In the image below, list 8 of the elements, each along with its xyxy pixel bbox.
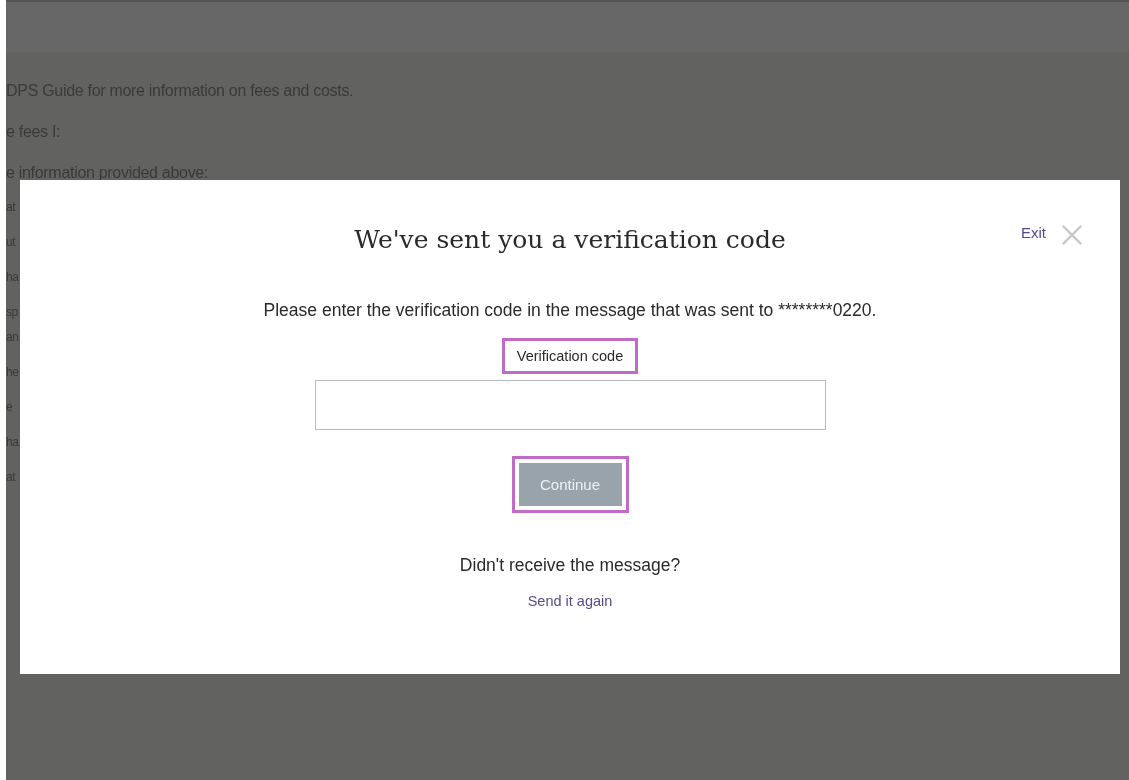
- resend-prompt: Didn't receive the message?: [459, 554, 681, 577]
- close-icon[interactable]: [1061, 224, 1083, 246]
- dialog-title: We've sent you a verification code: [354, 224, 786, 256]
- field-label: Verification code: [501, 338, 639, 374]
- exit-link[interactable]: Exit: [1021, 222, 1046, 244]
- instruction-text: Please enter the verification code in the message that was sent to ********0220.: [263, 299, 877, 322]
- verification-code-field[interactable]: [314, 380, 826, 430]
- send-again-link[interactable]: Send it again: [527, 591, 613, 611]
